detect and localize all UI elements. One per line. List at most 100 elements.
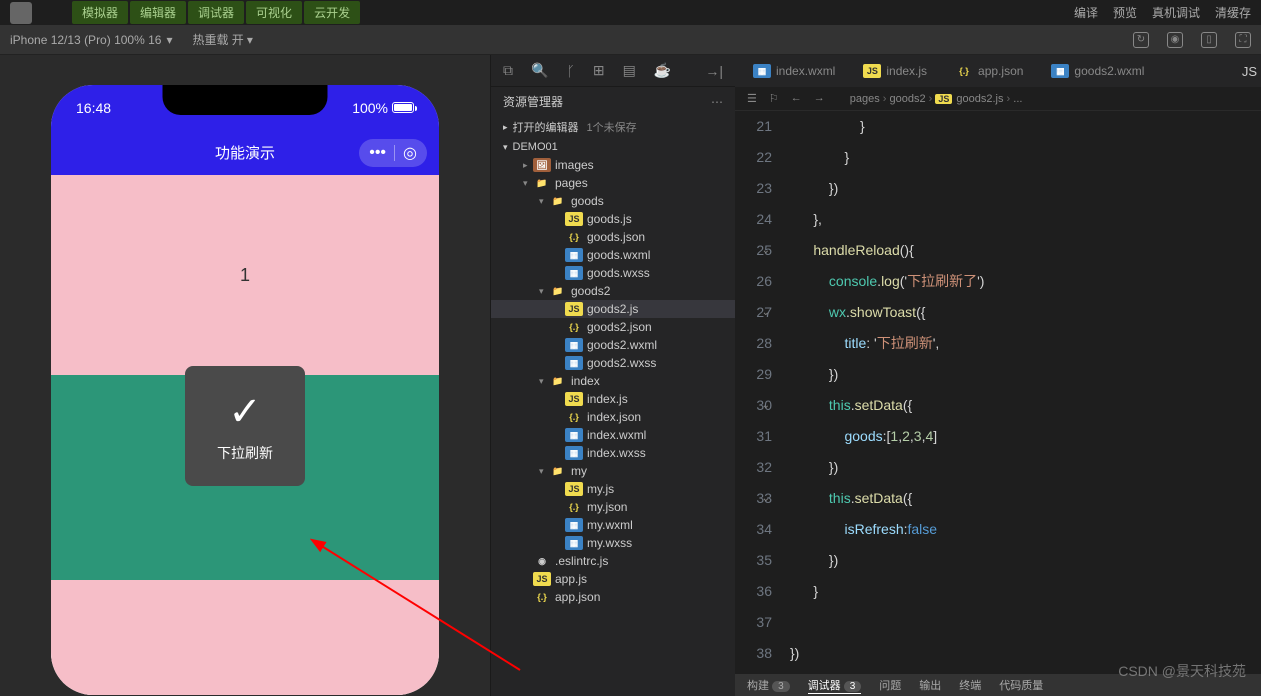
- action-清缓存[interactable]: 清缓存: [1215, 4, 1251, 21]
- line-number: 31: [735, 421, 772, 452]
- project-section[interactable]: DEMO01: [491, 138, 735, 156]
- branch-icon[interactable]: ᚴ: [566, 63, 574, 79]
- action-编译[interactable]: 编译: [1074, 4, 1098, 21]
- tab-app.json[interactable]: {.}app.json: [941, 58, 1037, 84]
- top-bar: 模拟器编辑器调试器可视化云开发 编译预览真机调试清缓存: [0, 0, 1261, 25]
- file-goods.json[interactable]: {.}goods.json: [491, 228, 735, 246]
- breadcrumb-goods2.js[interactable]: goods2.js: [935, 93, 1013, 105]
- close-icon[interactable]: ◎: [403, 143, 417, 163]
- file-app.js[interactable]: JSapp.js: [491, 570, 735, 588]
- extension-icon[interactable]: ⊞: [593, 62, 605, 79]
- more-icon[interactable]: •••: [369, 144, 386, 162]
- tab-index.wxml[interactable]: ▦index.wxml: [739, 58, 849, 84]
- device-select[interactable]: iPhone 12/13 (Pro) 100% 16: [10, 33, 172, 47]
- build-tab[interactable]: 构建 3: [747, 677, 790, 693]
- second-bar: iPhone 12/13 (Pro) 100% 16 热重载 开 ↻ ◉ ▯ ⛶: [0, 25, 1261, 55]
- file-.eslintrc.js[interactable]: ◉.eslintrc.js: [491, 552, 735, 570]
- fold-icon[interactable]: ⌄: [762, 483, 770, 514]
- fold-icon[interactable]: ⌄: [762, 235, 770, 266]
- battery-icon: [392, 102, 414, 113]
- bookmark-icon[interactable]: ⚐: [769, 92, 779, 105]
- sim-icons: ↻ ◉ ▯ ⛶: [1133, 32, 1251, 48]
- file-index.wxml[interactable]: ▦index.wxml: [491, 426, 735, 444]
- top-tab-可视化[interactable]: 可视化: [246, 1, 302, 24]
- file-my.wxml[interactable]: ▦my.wxml: [491, 516, 735, 534]
- line-number: 38: [735, 638, 772, 669]
- collapse-icon[interactable]: →|: [705, 63, 723, 79]
- file-goods2.js[interactable]: JSgoods2.js: [491, 300, 735, 318]
- file-my.js[interactable]: JSmy.js: [491, 480, 735, 498]
- code-editor[interactable]: 2122232425⌄2627⌄282930⌄313233⌄3435363738…: [735, 111, 1261, 696]
- list-icon[interactable]: ☰: [747, 92, 757, 105]
- folder-index[interactable]: ▾📁index: [491, 372, 735, 390]
- more-menu-icon[interactable]: ⋯: [711, 95, 723, 109]
- action-预览[interactable]: 预览: [1113, 4, 1137, 21]
- search-icon[interactable]: 🔍: [531, 62, 548, 79]
- bookmark-icon[interactable]: ▤: [623, 62, 636, 79]
- breadcrumb-goods2[interactable]: goods2: [890, 93, 936, 105]
- tab-goods2.wxml[interactable]: ▦goods2.wxml: [1037, 58, 1158, 84]
- phone-frame: 16:48 100% 功能演示 ••• ◎ 1 ✓: [51, 85, 439, 695]
- file-goods2.wxml[interactable]: ▦goods2.wxml: [491, 336, 735, 354]
- cup-icon[interactable]: ☕: [654, 62, 671, 79]
- open-editors-section[interactable]: 打开的编辑器 1个未保存: [491, 116, 735, 138]
- output-tab[interactable]: 输出: [919, 677, 941, 693]
- files-icon[interactable]: ⧉: [503, 62, 513, 79]
- file-index.js[interactable]: JSindex.js: [491, 390, 735, 408]
- file-my.json[interactable]: {.}my.json: [491, 498, 735, 516]
- record-icon[interactable]: ◉: [1167, 32, 1183, 48]
- quality-tab[interactable]: 代码质量: [999, 677, 1043, 693]
- folder-goods[interactable]: ▾📁goods: [491, 192, 735, 210]
- line-number: 35: [735, 545, 772, 576]
- fold-icon[interactable]: ⌄: [762, 390, 770, 421]
- top-tab-调试器[interactable]: 调试器: [188, 1, 244, 24]
- explorer-title: 资源管理器: [503, 93, 563, 110]
- terminal-tab[interactable]: 终端: [959, 677, 981, 693]
- file-goods.js[interactable]: JSgoods.js: [491, 210, 735, 228]
- top-tab-模拟器[interactable]: 模拟器: [72, 1, 128, 24]
- fold-icon[interactable]: ⌄: [762, 297, 770, 328]
- line-number: 33⌄: [735, 483, 772, 514]
- file-goods.wxss[interactable]: ▦goods.wxss: [491, 264, 735, 282]
- forward-icon[interactable]: →: [814, 92, 825, 105]
- folder-my[interactable]: ▾📁my: [491, 462, 735, 480]
- top-tab-编辑器[interactable]: 编辑器: [130, 1, 186, 24]
- line-number: 37: [735, 607, 772, 638]
- toast: ✓ 下拉刷新: [185, 366, 305, 486]
- folder-goods2[interactable]: ▾📁goods2: [491, 282, 735, 300]
- toast-text: 下拉刷新: [217, 443, 273, 463]
- refresh-icon[interactable]: ↻: [1133, 32, 1149, 48]
- back-icon[interactable]: ←: [791, 92, 802, 105]
- file-goods2.json[interactable]: {.}goods2.json: [491, 318, 735, 336]
- overflow-tab-icon[interactable]: JS: [1242, 64, 1257, 79]
- file-index.json[interactable]: {.}index.json: [491, 408, 735, 426]
- top-tab-云开发[interactable]: 云开发: [304, 1, 360, 24]
- file-my.wxss[interactable]: ▦my.wxss: [491, 534, 735, 552]
- debugger-tab[interactable]: 调试器 3: [808, 677, 862, 694]
- explorer-pane: ⧉ 🔍 ᚴ ⊞ ▤ ☕ →| 资源管理器 ⋯ 打开的编辑器 1个未保存 DEMO…: [490, 55, 735, 696]
- file-goods2.wxss[interactable]: ▦goods2.wxss: [491, 354, 735, 372]
- hot-reload-toggle[interactable]: 热重载 开: [192, 31, 252, 48]
- action-真机调试[interactable]: 真机调试: [1152, 4, 1200, 21]
- breadcrumb-...[interactable]: ...: [1013, 93, 1022, 105]
- tab-index.js[interactable]: JSindex.js: [849, 58, 941, 84]
- editor-pane: ▦index.wxmlJSindex.js{.}app.json▦goods2.…: [735, 55, 1261, 696]
- expand-icon[interactable]: ⛶: [1235, 32, 1251, 48]
- watermark: CSDN @景天科技苑: [1118, 661, 1246, 681]
- phone-title: 功能演示: [215, 142, 275, 163]
- line-number: 25⌄: [735, 235, 772, 266]
- code-content[interactable]: } } }) }, handleReload(){ console.log('下…: [790, 111, 1261, 696]
- device-icon[interactable]: ▯: [1201, 32, 1217, 48]
- list-item[interactable]: [51, 580, 439, 695]
- breadcrumb-pages[interactable]: pages: [850, 93, 890, 105]
- folder-images[interactable]: ▸🖼images: [491, 156, 735, 174]
- folder-pages[interactable]: ▾📁pages: [491, 174, 735, 192]
- problems-tab[interactable]: 问题: [879, 677, 901, 693]
- file-app.json[interactable]: {.}app.json: [491, 588, 735, 606]
- avatar[interactable]: [10, 2, 32, 24]
- line-number: 26: [735, 266, 772, 297]
- list-item[interactable]: 1: [51, 175, 439, 375]
- file-goods.wxml[interactable]: ▦goods.wxml: [491, 246, 735, 264]
- phone-capsule[interactable]: ••• ◎: [359, 139, 427, 167]
- file-index.wxss[interactable]: ▦index.wxss: [491, 444, 735, 462]
